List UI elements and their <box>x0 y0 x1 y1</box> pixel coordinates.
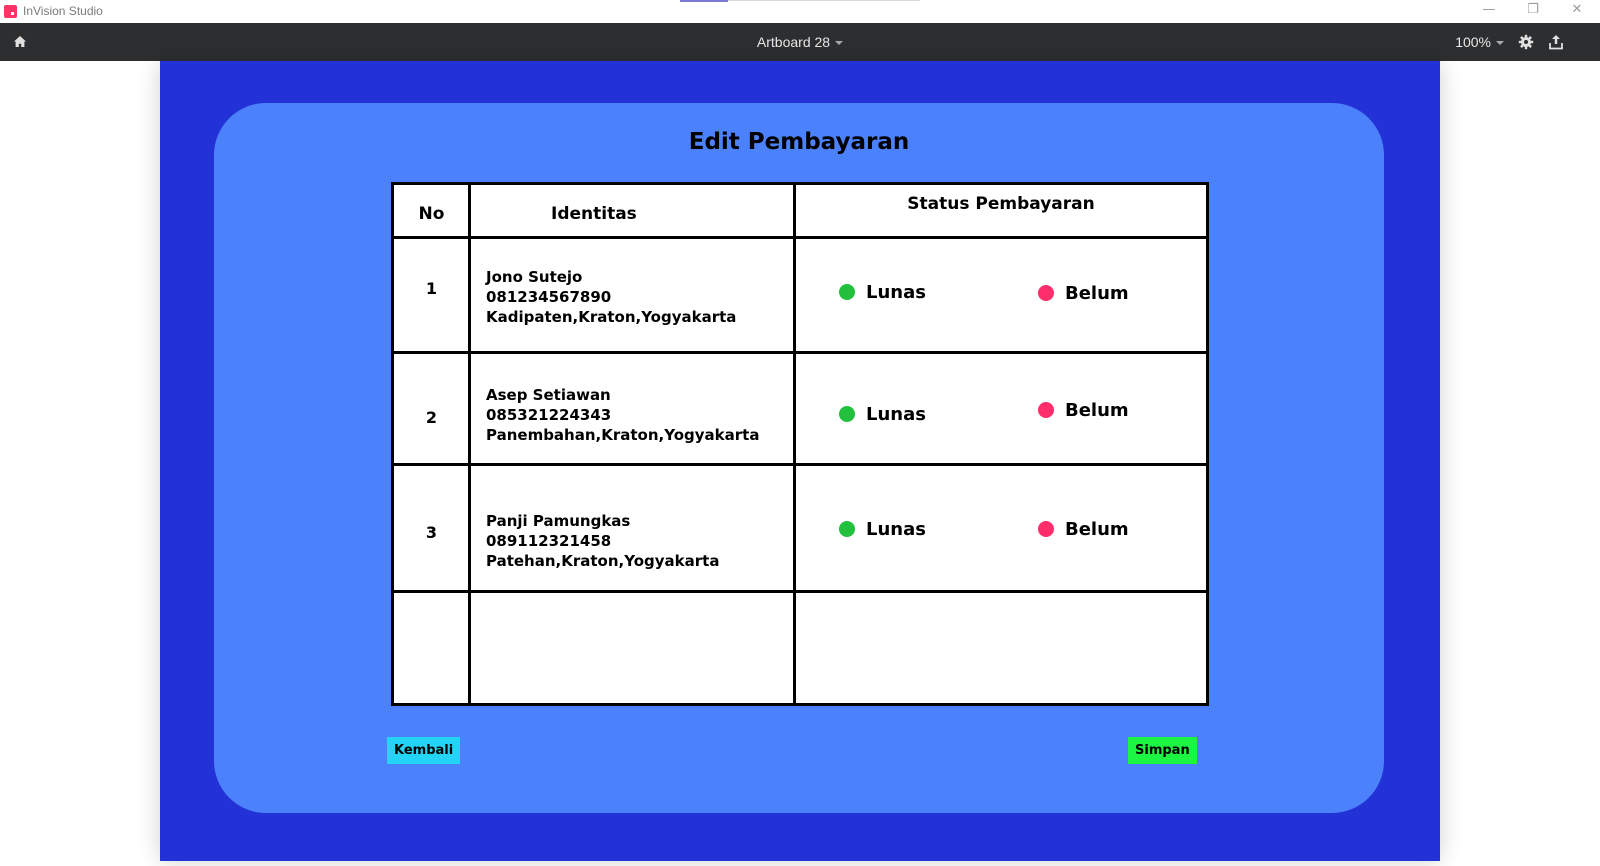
row-2-name: Asep Setiawan <box>486 386 611 404</box>
row-1-identity: Jono Sutejo 081234567890 Kadipaten,Krato… <box>486 267 736 327</box>
row-1-phone: 081234567890 <box>486 288 612 306</box>
title-bar-accent <box>680 0 728 2</box>
table-divider <box>394 463 1206 466</box>
zoom-dropdown[interactable]: 100% <box>1455 23 1504 61</box>
row-3-identity: Panji Pamungkas 089112321458 Patehan,Kra… <box>486 511 719 571</box>
green-dot-icon <box>839 406 855 422</box>
row-2-option-paid[interactable]: Lunas <box>839 403 926 425</box>
artboard-title-dropdown[interactable]: Artboard 28 <box>756 34 844 50</box>
artboard: Edit Pembayaran No Identitas Status Pemb… <box>160 61 1440 861</box>
row-3-option-paid[interactable]: Lunas <box>839 518 926 540</box>
header-status: Status Pembayaran <box>907 194 1095 214</box>
content-card: Edit Pembayaran No Identitas Status Pemb… <box>214 103 1384 813</box>
canvas: Edit Pembayaran No Identitas Status Pemb… <box>0 61 1600 866</box>
row-2-number: 2 <box>425 408 438 427</box>
minimize-button[interactable]: — <box>1466 0 1512 22</box>
row-3-number: 3 <box>425 523 438 542</box>
artboard-title: Artboard 28 <box>756 34 831 50</box>
row-2-option-unpaid-label: Belum <box>1065 399 1129 421</box>
red-dot-icon <box>1038 521 1054 537</box>
toolbar: Artboard 28 100% <box>0 23 1600 61</box>
row-3-option-paid-label: Lunas <box>866 518 926 540</box>
row-2-address: Panembahan,Kraton,Yogyakarta <box>486 426 760 444</box>
row-1-option-unpaid-label: Belum <box>1065 282 1129 304</box>
home-icon[interactable] <box>12 34 28 50</box>
row-3-option-unpaid-label: Belum <box>1065 518 1129 540</box>
table-divider <box>394 236 1206 239</box>
save-button[interactable]: Simpan <box>1128 737 1197 764</box>
window-title-bar: InVision Studio — ❐ ✕ <box>0 0 1600 23</box>
row-3-option-unpaid[interactable]: Belum <box>1038 518 1129 540</box>
share-icon[interactable] <box>1548 34 1564 50</box>
row-3-address: Patehan,Kraton,Yogyakarta <box>486 552 720 570</box>
row-2-option-paid-label: Lunas <box>866 403 926 425</box>
back-button[interactable]: Kembali <box>387 737 461 764</box>
header-identity: Identitas <box>551 204 637 224</box>
row-1-option-paid-label: Lunas <box>866 281 926 303</box>
row-2-identity: Asep Setiawan 085321224343 Panembahan,Kr… <box>486 385 759 445</box>
maximize-button[interactable]: ❐ <box>1510 0 1556 22</box>
payment-table: No Identitas Status Pembayaran 1 Jono Su… <box>391 182 1209 706</box>
red-dot-icon <box>1038 402 1054 418</box>
row-1-option-paid[interactable]: Lunas <box>839 281 926 303</box>
row-1-option-unpaid[interactable]: Belum <box>1038 282 1129 304</box>
row-2-phone: 085321224343 <box>486 406 612 424</box>
zoom-level: 100% <box>1455 34 1491 50</box>
table-divider <box>793 185 796 703</box>
chevron-down-icon <box>835 41 844 46</box>
gear-icon[interactable] <box>1518 34 1534 50</box>
row-1-number: 1 <box>425 279 438 298</box>
row-3-phone: 089112321458 <box>486 532 612 550</box>
row-3-name: Panji Pamungkas <box>486 512 631 530</box>
green-dot-icon <box>839 521 855 537</box>
page-title: Edit Pembayaran <box>688 129 910 155</box>
app-name: InVision Studio <box>23 4 103 18</box>
header-no: No <box>418 204 445 224</box>
close-button[interactable]: ✕ <box>1554 0 1600 22</box>
row-1-address: Kadipaten,Kraton,Yogyakarta <box>486 308 737 326</box>
row-1-name: Jono Sutejo <box>486 268 583 286</box>
row-2-option-unpaid[interactable]: Belum <box>1038 399 1129 421</box>
table-divider <box>394 590 1206 593</box>
chevron-down-icon <box>1496 41 1504 46</box>
table-divider <box>394 351 1206 354</box>
green-dot-icon <box>839 284 855 300</box>
invision-logo-icon <box>4 5 17 18</box>
red-dot-icon <box>1038 285 1054 301</box>
title-bar-divider <box>728 0 920 1</box>
table-divider <box>468 185 471 703</box>
